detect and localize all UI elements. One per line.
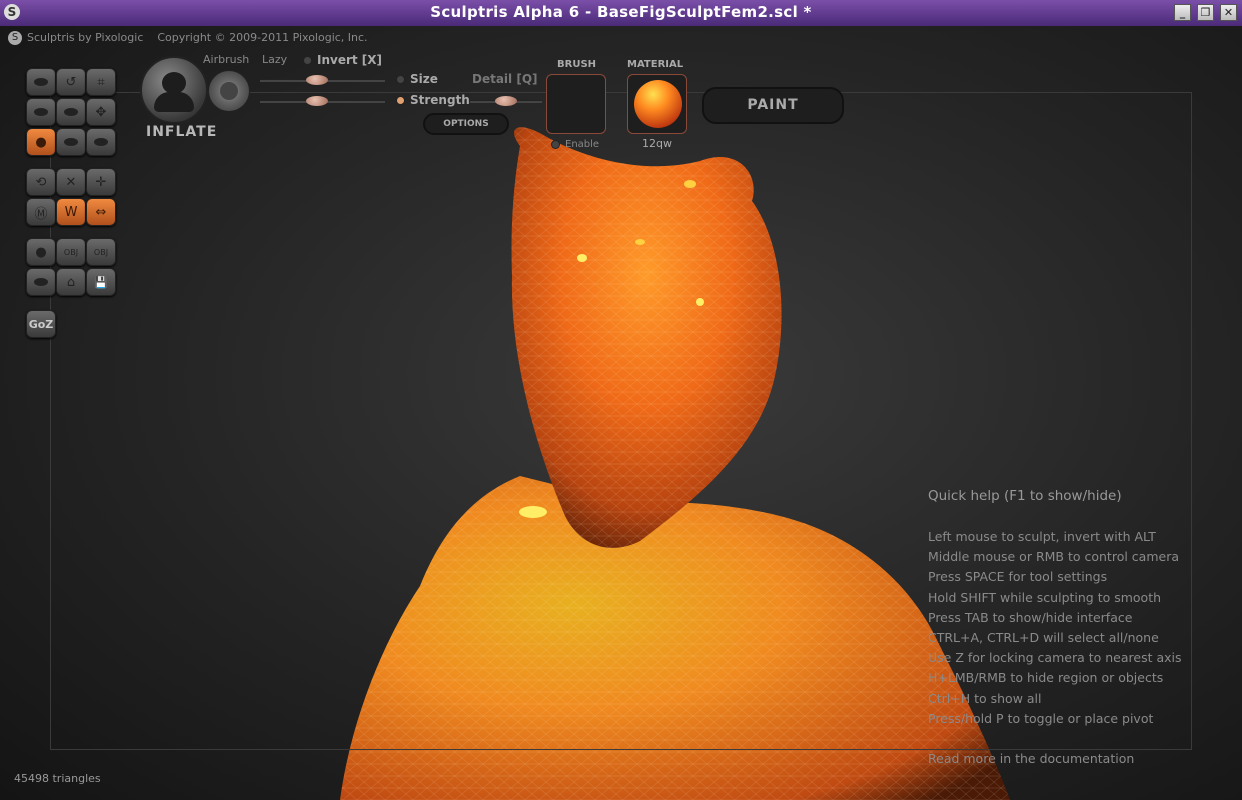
quick-help-heading: Quick help (F1 to show/hide)	[928, 488, 1122, 504]
material-name: 12qw	[642, 137, 672, 150]
size-slider[interactable]	[260, 96, 385, 106]
help-line: Hold SHIFT while sculpting to smooth	[928, 589, 1162, 605]
rotate-tool-icon[interactable]: ⟲	[26, 168, 56, 196]
brand-bar: S Sculptris by Pixologic Copyright © 2009-…	[8, 31, 368, 45]
strength-toggle[interactable]: Strength	[396, 93, 470, 107]
help-line: Ctrl+H to show all	[928, 690, 1042, 706]
new-sphere-tool-icon[interactable]: ●	[26, 238, 56, 266]
crease-tool-icon[interactable]	[56, 98, 86, 126]
lazy-slider[interactable]	[260, 75, 385, 85]
help-line: H+LMB/RMB to hide region or objects	[928, 670, 1164, 686]
crop-tool-icon[interactable]: ⌗	[86, 68, 116, 96]
material-label: MATERIAL	[627, 59, 684, 70]
airbrush-alpha-icon[interactable]	[208, 70, 250, 112]
enable-label: Enable	[565, 139, 600, 150]
new-plane-tool-icon[interactable]	[26, 268, 56, 296]
close-button[interactable]: ✕	[1220, 4, 1237, 21]
documentation-link[interactable]: Read more in the documentation	[928, 751, 1238, 771]
pixologic-logo-icon: S	[8, 31, 22, 45]
pinch-tool-icon[interactable]	[56, 128, 86, 156]
wireframe-tool-icon[interactable]: W	[56, 198, 86, 226]
minimize-button[interactable]: _	[1174, 4, 1191, 21]
lazy-label: Lazy	[262, 53, 288, 66]
brush-label: BRUSH	[557, 59, 597, 70]
help-line: Press/hold P to toggle or place pivot	[928, 710, 1154, 726]
invert-radio-icon[interactable]	[303, 56, 312, 65]
brush-texture-swatch[interactable]	[546, 74, 606, 134]
draw-tool-icon[interactable]	[26, 68, 56, 96]
help-line: CTRL+A, CTRL+D will select all/none	[928, 629, 1159, 645]
mask-tool-icon[interactable]: Ⓜ	[26, 198, 56, 226]
material-ball-icon	[634, 80, 682, 128]
maximize-button[interactable]: ❐	[1197, 4, 1214, 21]
quick-help-panel: Quick help (F1 to show/hide) Left mouse …	[928, 488, 1238, 771]
import-obj-tool-icon[interactable]: OBJ	[56, 238, 86, 266]
strength-label: Strength	[410, 93, 470, 107]
open-file-tool-icon[interactable]: ⌂	[56, 268, 86, 296]
active-brush-label: INFLATE	[146, 124, 218, 140]
airbrush-label: Airbrush	[203, 53, 250, 66]
inflate-brush-icon[interactable]	[140, 56, 208, 124]
material-swatch[interactable]	[627, 74, 687, 134]
window-titlebar: S Sculptris Alpha 6 - BaseFigSculptFem2.…	[0, 0, 1242, 27]
size-toggle[interactable]: Size	[396, 72, 438, 86]
sculpt-viewport[interactable]: S Sculptris by Pixologic Copyright © 2009-…	[0, 26, 1242, 800]
paint-button[interactable]: PAINT	[702, 87, 844, 124]
goz-button[interactable]: GoZ	[26, 310, 56, 338]
symmetry-tool-icon[interactable]: ⇔	[86, 198, 116, 226]
triangle-count: 45498 triangles	[14, 772, 101, 785]
help-line: Left mouse to sculpt, invert with ALT	[928, 529, 1156, 544]
window-title: Sculptris Alpha 6 - BaseFigSculptFem2.sc…	[430, 3, 812, 21]
inflate-tool-icon[interactable]: ●	[26, 128, 56, 156]
invert-toggle[interactable]: Invert [X]	[303, 53, 382, 67]
save-file-tool-icon[interactable]: 💾	[86, 268, 116, 296]
copyright-text: Copyright © 2009-2011 Pixologic, Inc.	[157, 31, 368, 44]
size-label: Size	[410, 72, 438, 86]
brand-text: Sculptris by Pixologic	[27, 31, 144, 44]
size-radio-icon[interactable]	[396, 75, 405, 84]
export-obj-tool-icon[interactable]: OBJ	[86, 238, 116, 266]
flatten-tool-icon[interactable]	[26, 98, 56, 126]
invert-label: Invert [X]	[317, 53, 383, 67]
help-line: Middle mouse or RMB to control camera	[928, 549, 1179, 565]
enable-radio-icon[interactable]	[551, 139, 560, 149]
strength-radio-icon[interactable]	[396, 96, 405, 105]
help-line: Use Z for locking camera to nearest axis	[928, 650, 1182, 666]
grab-tool-icon[interactable]: ✥	[86, 98, 116, 126]
move-tool-icon[interactable]: ✛	[86, 168, 116, 196]
detail-label: Detail [Q]	[472, 72, 538, 86]
options-button[interactable]: OPTIONS	[423, 113, 509, 135]
smooth-tool-icon[interactable]	[86, 128, 116, 156]
detail-slider[interactable]	[470, 96, 542, 106]
enable-toggle[interactable]: Enable	[551, 139, 599, 150]
detail-slider-knob[interactable]	[495, 96, 517, 106]
help-line: Press SPACE for tool settings	[928, 569, 1108, 585]
scale-tool-icon[interactable]: ✕	[56, 168, 86, 196]
help-line: Press TAB to show/hide interface	[928, 609, 1133, 625]
undo-tool-icon[interactable]: ↺	[56, 68, 86, 96]
